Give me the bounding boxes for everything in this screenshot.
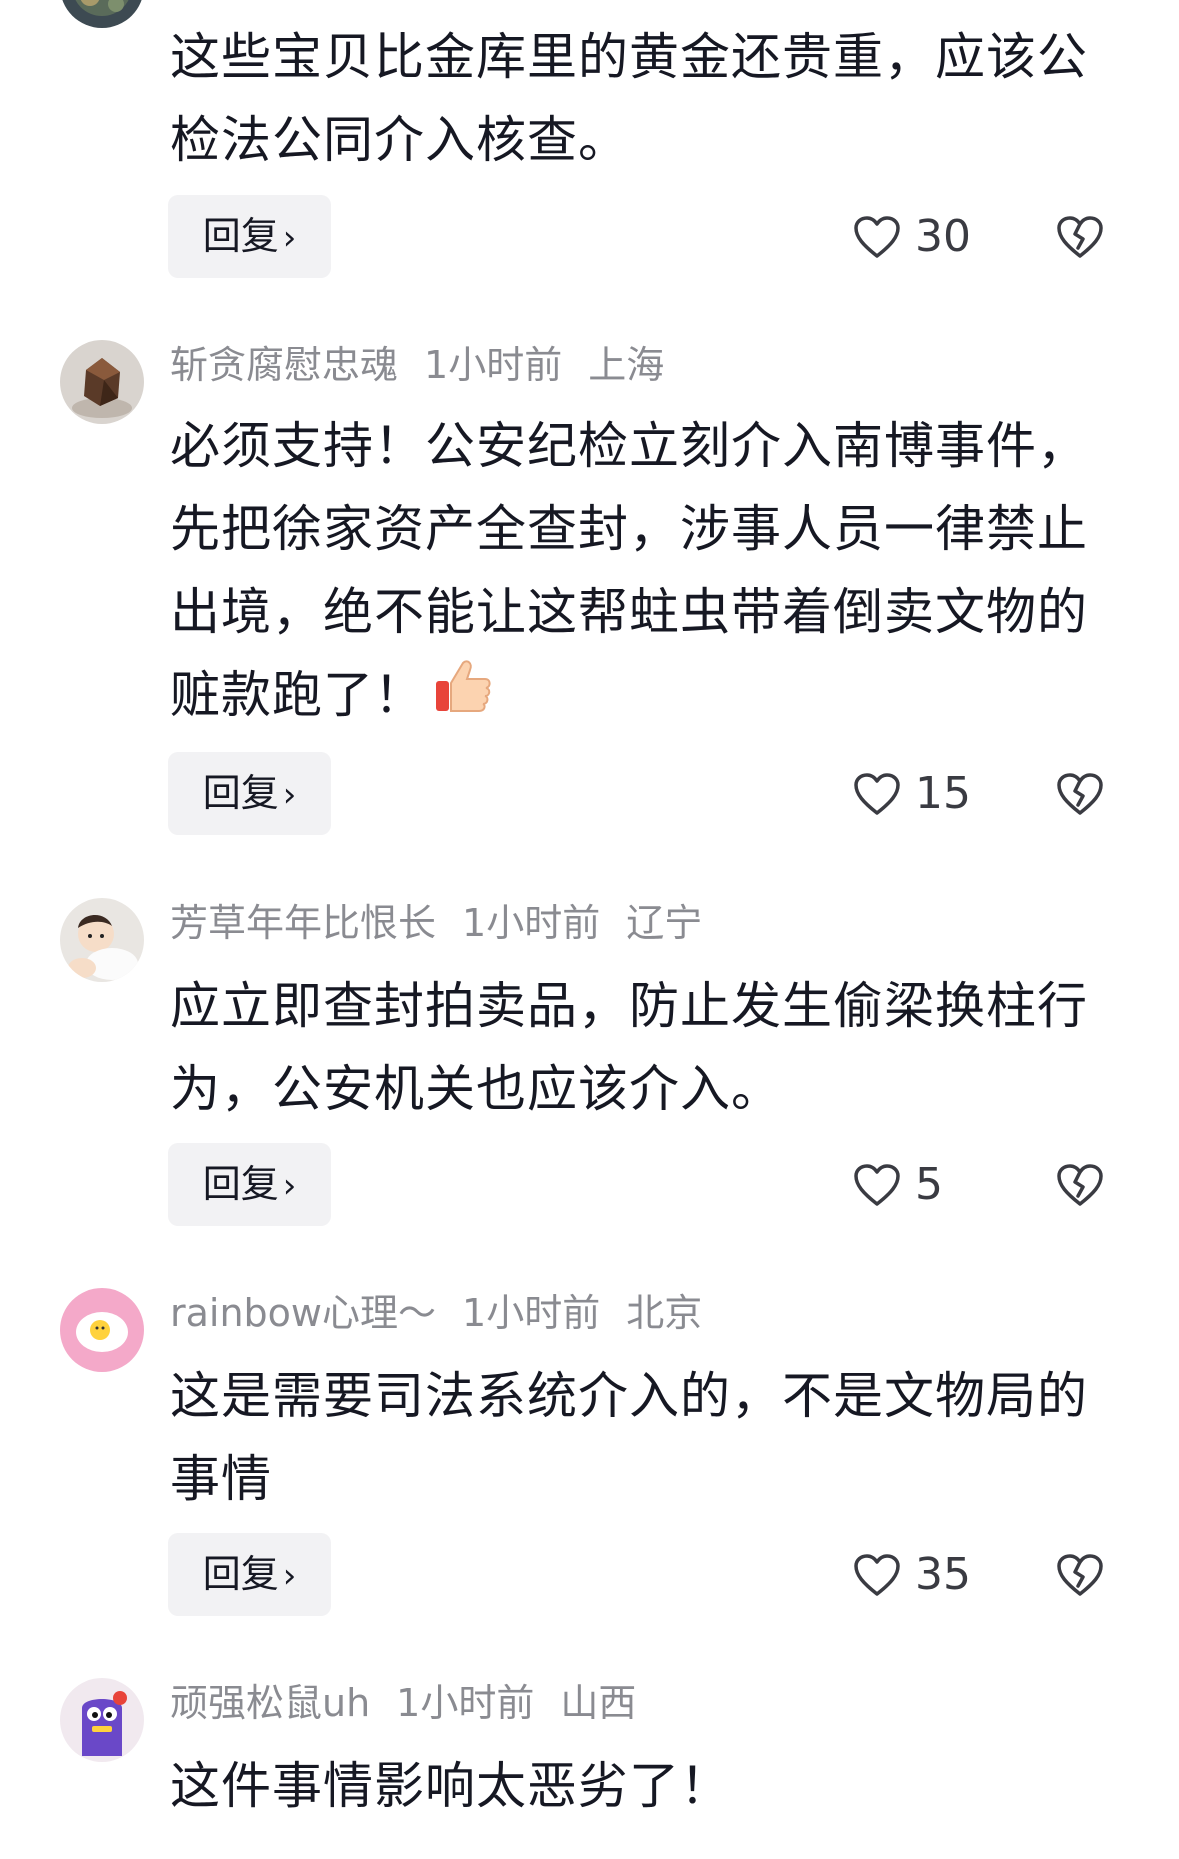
like-count: 5 xyxy=(915,1159,943,1210)
reply-button[interactable]: 回复 › xyxy=(168,195,331,278)
comment-meta: 顽强松鼠uh 1小时前 山西 xyxy=(170,1678,662,1728)
comment-text: 应立即查封拍卖品，防止发生偷梁换柱行为，公安机关也应该介入。 xyxy=(170,977,1088,1118)
like-button[interactable]: 15 xyxy=(853,752,971,835)
avatar[interactable] xyxy=(60,1288,144,1372)
comment-text: 这些宝贝比金库里的黄金还贵重，应该公检法公同介入核查。 xyxy=(170,28,1088,169)
reply-button[interactable]: 回复 › xyxy=(168,1533,331,1616)
dislike-button[interactable] xyxy=(1056,1533,1104,1616)
avatar[interactable] xyxy=(60,1678,144,1762)
timestamp: 1小时前 xyxy=(396,1681,535,1725)
reply-button[interactable]: 回复 › xyxy=(168,1143,331,1226)
cartoon-avatar-icon xyxy=(60,1678,144,1762)
heart-icon xyxy=(854,1553,900,1596)
heart-icon xyxy=(854,1163,900,1206)
dislike-button[interactable] xyxy=(1056,1143,1104,1226)
chevron-right-icon: › xyxy=(282,218,297,258)
chevron-right-icon: › xyxy=(282,1166,297,1206)
broken-heart-icon xyxy=(1057,772,1103,815)
reply-label: 回复 xyxy=(202,214,279,258)
dislike-button[interactable] xyxy=(1056,195,1104,278)
avatar[interactable] xyxy=(60,898,144,982)
comment-meta: rainbow心理～ 1小时前 北京 xyxy=(170,1288,728,1338)
like-count: 35 xyxy=(915,1549,971,1600)
location: 北京 xyxy=(626,1291,703,1335)
heart-icon xyxy=(854,772,900,815)
comment-text: 这件事情影响太恶劣了！ xyxy=(170,1757,731,1815)
thumbs-up-icon xyxy=(433,655,495,742)
comment-text: 必须支持！公安纪检立刻介入南博事件，先把徐家资产全查封，涉事人员一律禁止出境，绝… xyxy=(170,405,1090,742)
location: 山西 xyxy=(560,1681,637,1725)
broken-heart-icon xyxy=(1057,1553,1103,1596)
comment-text: 这是需要司法系统介入的，不是文物局的事情 xyxy=(170,1367,1088,1508)
username[interactable]: 斩贪腐慰忠魂 xyxy=(170,343,398,387)
chevron-right-icon: › xyxy=(282,775,297,815)
like-count: 15 xyxy=(915,768,971,819)
username[interactable]: rainbow心理～ xyxy=(170,1291,436,1335)
timestamp: 1小时前 xyxy=(462,1291,601,1335)
globe-avatar-icon xyxy=(60,0,144,28)
heart-icon xyxy=(854,215,900,258)
like-count: 30 xyxy=(915,211,971,262)
sculpture-avatar-icon xyxy=(60,340,144,424)
egg-avatar-icon xyxy=(60,1288,144,1372)
broken-heart-icon xyxy=(1057,1163,1103,1206)
like-button[interactable]: 35 xyxy=(853,1533,971,1616)
baby-avatar-icon xyxy=(60,898,144,982)
reply-label: 回复 xyxy=(202,771,279,815)
chevron-right-icon: › xyxy=(282,1556,297,1596)
avatar[interactable] xyxy=(60,340,144,424)
timestamp: 1小时前 xyxy=(462,901,601,945)
dislike-button[interactable] xyxy=(1056,752,1104,835)
avatar[interactable] xyxy=(60,0,144,28)
broken-heart-icon xyxy=(1057,215,1103,258)
comment-meta: 芳草年年比恨长 1小时前 辽宁 xyxy=(170,898,728,948)
comment-text-content: 必须支持！公安纪检立刻介入南博事件，先把徐家资产全查封，涉事人员一律禁止出境，绝… xyxy=(170,417,1088,724)
reply-label: 回复 xyxy=(202,1162,279,1206)
location: 上海 xyxy=(588,343,665,387)
timestamp: 1小时前 xyxy=(424,343,563,387)
username[interactable]: 顽强松鼠uh xyxy=(170,1681,370,1725)
reply-label: 回复 xyxy=(202,1552,279,1596)
location: 辽宁 xyxy=(626,901,703,945)
like-button[interactable]: 30 xyxy=(853,195,971,278)
like-button[interactable]: 5 xyxy=(853,1143,943,1226)
comment-meta: 斩贪腐慰忠魂 1小时前 上海 xyxy=(170,340,690,390)
username[interactable]: 芳草年年比恨长 xyxy=(170,901,436,945)
reply-button[interactable]: 回复 › xyxy=(168,752,331,835)
